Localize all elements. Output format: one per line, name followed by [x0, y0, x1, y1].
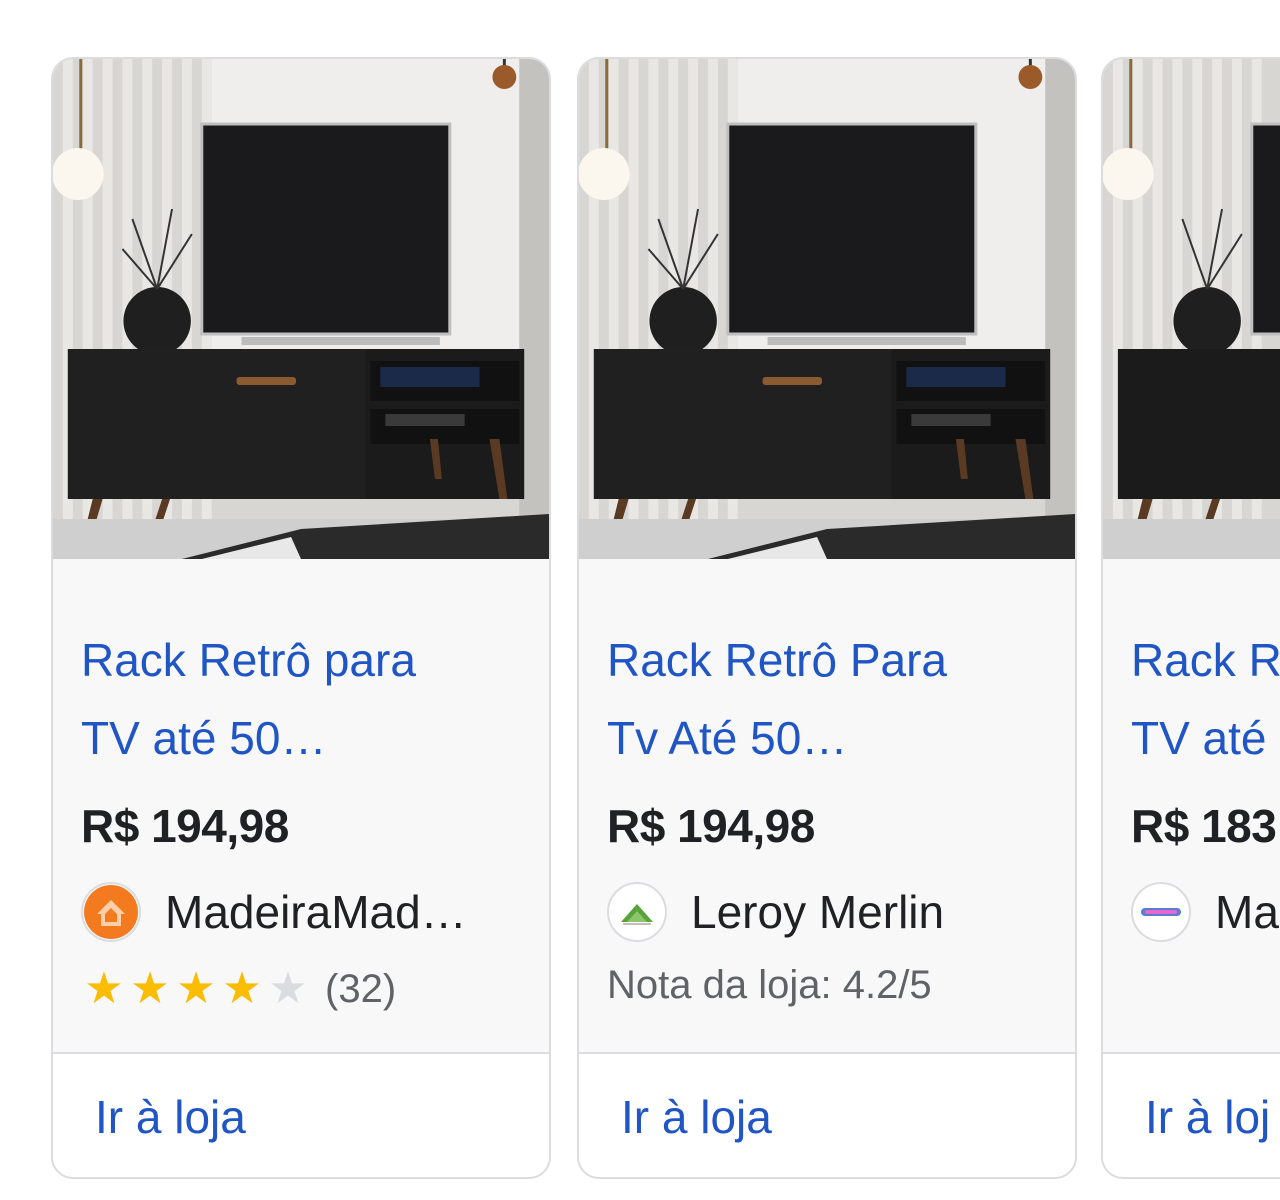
product-image[interactable]: [53, 59, 549, 559]
store-rating-note: Nota da loja: 4.2/5: [607, 963, 932, 1007]
tv-rack-photo: [579, 59, 1075, 559]
product-card[interactable]: Rack Retrô Para Tv Até 50… R$ 194,98 Ler…: [577, 57, 1077, 1179]
product-title-line: TV até 50…: [81, 712, 327, 764]
seller-row[interactable]: Ma: [1131, 879, 1279, 945]
cta-area: Ir à loja: [53, 1054, 549, 1177]
seller-name: Ma: [1215, 886, 1279, 938]
star-icon: ★: [176, 964, 216, 1013]
go-to-store-link[interactable]: Ir à loja: [621, 1090, 772, 1144]
product-title-line: TV até: [1131, 712, 1267, 764]
star-icon: ★: [222, 964, 262, 1013]
seller-name: Leroy Merlin: [691, 886, 945, 938]
product-title-line: Rack Retrô para: [81, 634, 416, 686]
mobly-logo-icon: [1131, 882, 1191, 942]
tv-rack-photo: [53, 59, 549, 559]
seller-name: MadeiraMad…: [165, 886, 467, 938]
product-price: R$ 183: [1131, 800, 1277, 852]
cta-area: Ir à loj: [1103, 1054, 1280, 1177]
product-price: R$ 194,98: [81, 800, 289, 852]
leroy-merlin-logo-icon: [607, 882, 667, 942]
madeiramadeira-house-icon: [81, 882, 141, 942]
product-title-line: Tv Até 50…: [607, 712, 848, 764]
seller-row[interactable]: Leroy Merlin: [607, 879, 944, 945]
go-to-store-link[interactable]: Ir à loja: [95, 1090, 246, 1144]
product-card[interactable]: Rack Retrô para TV até 50… R$ 194,98 Mad…: [51, 57, 551, 1179]
star-icon: ★: [130, 964, 170, 1013]
product-title-link[interactable]: Rack R TV até: [1131, 621, 1280, 777]
product-image[interactable]: [579, 59, 1075, 559]
product-rating: ★ ★ ★ ★ ★ (32): [81, 961, 396, 1017]
product-image[interactable]: [1103, 59, 1280, 559]
product-price: R$ 194,98: [607, 800, 815, 852]
product-title-link[interactable]: Rack Retrô para TV até 50…: [81, 621, 521, 777]
product-title-link[interactable]: Rack Retrô Para Tv Até 50…: [607, 621, 1047, 777]
star-icon: ★: [84, 964, 124, 1013]
shopping-carousel: Rack Retrô para TV até 50… R$ 194,98 Mad…: [0, 0, 1280, 1200]
star-empty-icon: ★: [268, 964, 308, 1013]
go-to-store-link[interactable]: Ir à loj: [1145, 1090, 1270, 1144]
seller-row[interactable]: MadeiraMad…: [81, 879, 467, 945]
tv-rack-photo: [1103, 59, 1280, 559]
rating-count: (32): [325, 966, 397, 1011]
product-title-line: Rack R: [1131, 634, 1280, 686]
product-card[interactable]: Rack R TV até R$ 183 Ma Ir à loj: [1101, 57, 1280, 1179]
cta-area: Ir à loja: [579, 1054, 1075, 1177]
product-title-line: Rack Retrô Para: [607, 634, 948, 686]
rating-stars: ★ ★ ★ ★ ★: [81, 967, 311, 1011]
